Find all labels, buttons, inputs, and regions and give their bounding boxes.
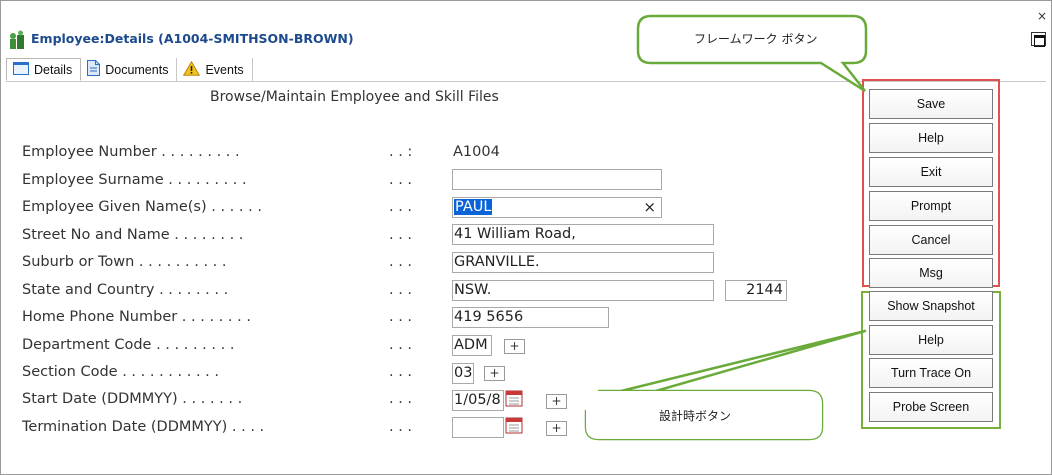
tab-documents[interactable]: Documents [81,58,178,81]
employee-app-icon [10,30,24,49]
design-callout-text: 設計時ボタン [659,409,732,423]
home-phone-field[interactable]: 419 5656 [452,307,609,328]
show-snapshot-button[interactable]: Show Snapshot [869,291,993,321]
tab-documents-label: Documents [105,62,169,77]
label-employee-surname: Employee Surname . . . . . . . . . [22,172,247,188]
label-street: Street No and Name . . . . . . . . [22,227,244,243]
termination-date-prompt-button[interactable]: + [546,421,567,436]
employee-details-window: × Employee:Details (A1004-SMITHSON-BROWN… [0,0,1052,475]
start-date-field[interactable]: 1/05/8 [452,390,504,411]
employee-surname-field[interactable] [452,169,662,190]
framework-callout-balloon [636,14,868,93]
employee-number-value: A1004 [453,144,500,160]
document-icon [87,60,101,79]
leader-dots: . . . [389,199,413,215]
department-prompt-button[interactable]: + [504,339,525,354]
selected-text: PAUL [454,199,493,215]
clear-icon[interactable]: × [643,198,656,216]
details-form-icon [13,61,29,78]
label-employee-given-names: Employee Given Name(s) . . . . . . [22,199,262,215]
leader-dots: . . . [389,364,413,380]
postcode-field[interactable]: 2144 [725,280,787,301]
leader-dots: . . . [389,309,413,325]
form-subtitle: Browse/Maintain Employee and Skill Files [210,89,499,105]
label-department-code: Department Code . . . . . . . . . [22,337,235,353]
department-code-field[interactable]: ADM [452,335,492,356]
leader-dots: . . . [389,227,413,243]
prompt-button[interactable]: Prompt [869,191,993,221]
maximize-icon[interactable] [1031,32,1046,47]
label-home-phone: Home Phone Number . . . . . . . . [22,309,251,325]
leader-dots: . . . [389,337,413,353]
calendar-icon[interactable] [505,416,523,434]
label-termination-date: Termination Date (DDMMYY) . . . . [22,419,265,435]
leader-dots: . . . [389,391,413,407]
leader-dots: . . . [389,282,413,298]
probe-screen-button[interactable]: Probe Screen [869,392,993,422]
section-code-field[interactable]: 03 [452,363,474,384]
leader-dots: . . . [389,172,413,188]
tab-bar: Details Documents Events [6,58,253,81]
state-field[interactable]: NSW. [452,280,714,301]
label-suburb: Suburb or Town . . . . . . . . . . [22,254,227,270]
termination-date-field[interactable] [452,417,504,438]
label-start-date: Start Date (DDMMYY) . . . . . . . [22,391,243,407]
tab-events-label: Events [205,62,244,77]
cancel-button[interactable]: Cancel [869,225,993,255]
tab-details-label: Details [34,62,73,77]
help-button[interactable]: Help [869,123,993,153]
tab-details[interactable]: Details [6,58,82,81]
leader-dots: . . . [389,254,413,270]
suburb-field[interactable]: GRANVILLE. [452,252,714,273]
leader-dots: . . . [389,419,413,435]
label-state-country: State and Country . . . . . . . . [22,282,229,298]
label-employee-number: Employee Number . . . . . . . . . [22,144,240,160]
save-button[interactable]: Save [869,89,993,119]
framework-callout-text: フレームワーク ボタン [694,32,818,46]
design-help-button[interactable]: Help [869,325,993,355]
label-section-code: Section Code . . . . . . . . . . . [22,364,220,380]
msg-button[interactable]: Msg [869,258,993,288]
exit-button[interactable]: Exit [869,157,993,187]
close-icon[interactable]: × [1037,9,1047,23]
leader-dots: . . : [389,144,413,160]
turn-trace-on-button[interactable]: Turn Trace On [869,358,993,388]
calendar-icon[interactable] [505,389,523,407]
employee-given-names-field[interactable]: PAUL × [452,197,662,218]
warning-icon [183,60,201,79]
street-field[interactable]: 41 William Road, [452,224,714,245]
window-title: Employee:Details (A1004-SMITHSON-BROWN) [31,31,354,46]
tab-events[interactable]: Events [177,58,253,81]
start-date-prompt-button[interactable]: + [546,394,567,409]
section-prompt-button[interactable]: + [484,366,505,381]
